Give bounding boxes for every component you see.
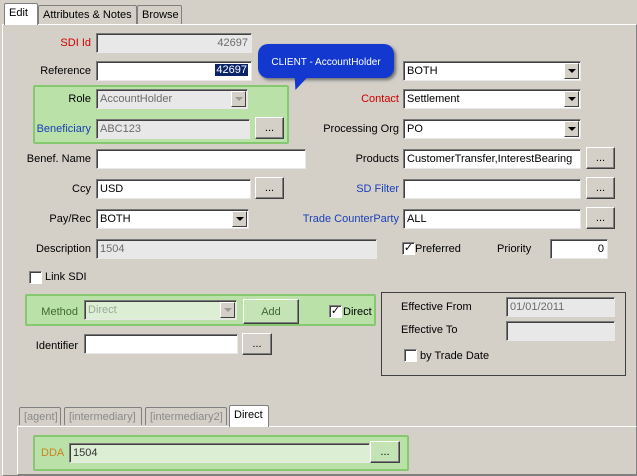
sd-filter-browse-button[interactable]: ... <box>586 177 615 199</box>
description-label: Description <box>35 243 91 255</box>
identifier-browse-button[interactable]: ... <box>242 333 272 355</box>
trade-counterparty-browse-button[interactable]: ... <box>586 207 615 229</box>
dda-field[interactable]: 1504 <box>69 443 370 463</box>
effective-from-label: Effective From <box>401 301 472 313</box>
add-button[interactable]: Add <box>243 299 299 324</box>
by-trade-date-checkbox[interactable] <box>404 349 417 362</box>
link-sdi-label: Link SDI <box>45 271 87 283</box>
method-combo[interactable]: Direct <box>84 300 237 320</box>
chevron-down-icon[interactable] <box>564 121 579 137</box>
tab-intermediary2[interactable]: [intermediary2] <box>145 407 227 425</box>
priority-field[interactable]: 0 <box>550 239 608 259</box>
chevron-down-icon[interactable] <box>564 91 579 107</box>
role-tooltip: CLIENT - AccountHolder <box>258 44 394 78</box>
payrec-label: Pay/Rec <box>49 213 91 225</box>
contact-label: Contact <box>361 93 399 105</box>
ccy-browse-button[interactable]: ... <box>255 177 284 199</box>
sdi-id-field: 42697 <box>96 33 252 53</box>
chevron-down-icon[interactable] <box>220 302 235 318</box>
contact-combo[interactable]: Settlement <box>403 89 581 109</box>
direct-checkbox[interactable]: ✓ <box>329 305 342 318</box>
trade-counterparty-label: Trade CounterParty <box>302 213 399 225</box>
benef-name-field[interactable] <box>96 149 306 169</box>
processing-org-value: PO <box>407 123 423 135</box>
identifier-label: Identifier <box>35 340 78 352</box>
payrec-combo[interactable]: BOTH <box>96 209 249 229</box>
trade-counterparty-field[interactable]: ALL <box>403 209 581 229</box>
reference-field[interactable]: 42697 <box>96 61 252 81</box>
role-label: Role <box>68 93 91 105</box>
top-right-combo[interactable]: BOTH <box>403 61 581 81</box>
top-right-combo-value: BOTH <box>407 65 438 77</box>
products-field[interactable]: CustomerTransfer,InterestBearing <box>403 149 581 169</box>
ccy-field[interactable]: USD <box>96 179 251 199</box>
beneficiary-field[interactable]: ABC123 <box>96 119 250 139</box>
tab-agent[interactable]: [agent] <box>19 407 61 425</box>
tab-edit[interactable]: Edit <box>4 3 38 25</box>
reference-selected-text: 42697 <box>215 64 248 76</box>
sd-filter-label: SD Filter <box>356 183 399 195</box>
processing-org-label: Processing Org <box>323 123 399 135</box>
products-browse-button[interactable]: ... <box>586 147 615 169</box>
method-value: Direct <box>88 304 117 316</box>
benef-name-label: Benef. Name <box>26 153 91 165</box>
chevron-down-icon[interactable] <box>564 63 579 79</box>
link-sdi-checkbox[interactable] <box>29 271 42 284</box>
effective-to-field[interactable] <box>506 321 615 341</box>
identifier-field[interactable] <box>84 334 238 354</box>
effective-from-field[interactable]: 01/01/2011 <box>506 297 615 317</box>
role-combo[interactable]: AccountHolder <box>96 89 248 109</box>
tab-intermediary[interactable]: [intermediary] <box>64 407 142 425</box>
beneficiary-browse-button[interactable]: ... <box>255 117 284 139</box>
processing-org-combo[interactable]: PO <box>403 119 581 139</box>
contact-value: Settlement <box>407 93 460 105</box>
direct-checkbox-label: Direct <box>343 306 372 318</box>
products-label: Products <box>355 153 399 165</box>
beneficiary-label: Beneficiary <box>36 123 91 135</box>
by-trade-date-label: by Trade Date <box>420 350 490 362</box>
chevron-down-icon[interactable] <box>231 91 246 107</box>
dda-label: DDA <box>41 447 65 459</box>
sd-filter-field[interactable] <box>403 179 581 199</box>
sdi-id-label: SDI Id <box>60 37 91 49</box>
effective-to-label: Effective To <box>401 324 458 336</box>
reference-label: Reference <box>40 65 91 77</box>
description-field: 1504 <box>96 239 377 259</box>
ccy-label: Ccy <box>72 183 91 195</box>
preferred-label: Preferred <box>415 243 461 255</box>
chevron-down-icon[interactable] <box>232 211 247 227</box>
preferred-checkbox[interactable]: ✓ <box>402 242 415 255</box>
tab-browse[interactable]: Browse <box>137 5 182 25</box>
payrec-value: BOTH <box>100 213 131 225</box>
priority-label: Priority <box>497 243 532 255</box>
tab-direct[interactable]: Direct <box>229 405 269 427</box>
method-label: Method <box>41 306 78 318</box>
tab-attributes-notes[interactable]: Attributes & Notes <box>38 5 137 25</box>
dda-browse-button[interactable]: ... <box>370 441 400 463</box>
role-value: AccountHolder <box>100 93 173 105</box>
